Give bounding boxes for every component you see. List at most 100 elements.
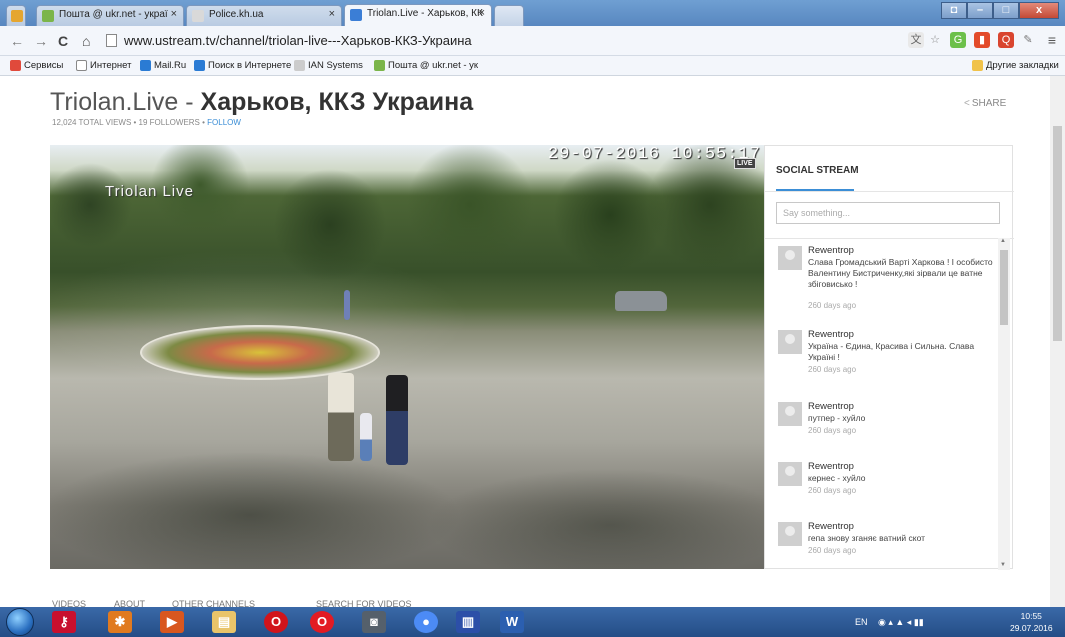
channel-meta: 12,024 TOTAL VIEWS • 19 FOLLOWERS • FOLL… [52,118,241,127]
apps-icon [11,10,23,22]
extension-green-icon[interactable]: G [950,32,966,48]
channel-stats: 12,024 TOTAL VIEWS • 19 FOLLOWERS • [52,118,208,127]
avatar [778,402,802,426]
edit-icon[interactable]: ✎ [1020,32,1036,48]
video-person [328,373,354,461]
star-icon[interactable]: ☆ [927,32,943,48]
tray-icons[interactable]: ◉ ▴ ▲ ◂ ▮▮ [878,617,924,627]
post-message: Україна - Єдина, Красива і Сильна. Слава… [808,341,975,362]
user-icon[interactable]: ◘ [941,2,967,19]
close-icon[interactable]: × [479,7,485,19]
media-player-icon[interactable]: ▶ [160,611,184,633]
tab-about[interactable]: ABOUT [114,599,145,607]
translate-icon[interactable]: 文 [908,32,924,48]
tab-label: Triolan.Live - Харьков, КК [367,8,483,19]
bookmark-internet[interactable]: Интернет [76,60,131,71]
chrome-icon[interactable]: ● [414,611,438,633]
bookmark-label: Пошта @ ukr.net - ук [388,60,479,71]
bookmark-ian[interactable]: IAN Systems [294,60,363,71]
bookmark-label: Сервисы [24,60,64,71]
tab-police[interactable]: Police.kh.ua × [186,5,342,26]
reload-icon[interactable]: C [58,33,68,49]
extension-red-icon[interactable]: Q [998,32,1014,48]
language-indicator[interactable]: EN [855,617,868,627]
post-message: путпер - хуйло [808,413,866,423]
opera-icon[interactable]: O [310,611,334,633]
bookmark-label: IAN Systems [308,60,363,71]
feed-scrollbar[interactable]: ▲ ▼ [998,238,1010,570]
video-timestamp: 29-07-2016 10:55:17 [548,145,761,164]
post-message: гепа знову зганяє ватний скот [808,533,926,543]
tab-triolan[interactable]: Triolan.Live - Харьков, КК × [344,4,492,26]
maximize-button[interactable]: □ [993,2,1019,19]
address-bar[interactable]: www.ustream.tv/channel/triolan-live---Ха… [104,30,884,52]
social-feed: Rewentrop Слава Громадський Варті Харков… [765,238,1014,570]
share-icon: < [964,98,970,109]
tab-videos[interactable]: VIDEOS [52,599,86,607]
post-user: Rewentrop [808,461,854,472]
new-tab-button[interactable] [494,5,524,26]
avatar [778,462,802,486]
bookmark-mailru[interactable]: Mail.Ru [140,60,186,71]
scroll-down-icon[interactable]: ▼ [1000,562,1006,568]
scroll-up-icon[interactable]: ▲ [1000,238,1006,244]
ustream-icon [350,9,362,21]
post-time: 260 days ago [808,546,857,555]
apps-icon [10,60,21,71]
mailru-icon [140,60,151,71]
bookmark-services[interactable]: Сервисы [10,60,63,71]
camera-icon[interactable]: ◙ [362,611,386,633]
tab-apps[interactable] [6,5,26,26]
video-player[interactable]: Triolan Live 29-07-2016 10:55:17 LIVE [50,145,764,569]
system-tray: EN ◉ ▴ ▲ ◂ ▮▮ [855,617,924,628]
back-icon[interactable]: ← [10,33,24,49]
video-person [386,375,408,465]
post-time: 260 days ago [808,301,857,310]
bookmark-label: Интернет [90,60,132,71]
word-icon[interactable]: W [500,611,524,633]
social-stream-title[interactable]: SOCIAL STREAM [776,165,859,176]
live-badge: LIVE [734,158,756,169]
search-icon [194,60,205,71]
browser-titlebar: Пошта @ ukr.net - украї × Police.kh.ua ×… [0,0,1065,26]
share-button[interactable]: < SHARE [964,98,1006,109]
say-something-input[interactable]: Say something... [776,202,1000,224]
folder-icon[interactable]: ▤ [212,611,236,633]
bookmark-search[interactable]: Поиск в Интернете [194,60,291,71]
tab-ukrnet[interactable]: Пошта @ ukr.net - украї × [36,5,184,26]
bookmark-label: Поиск в Интернете [208,60,292,71]
app-icon[interactable]: ✱ [108,611,132,633]
url-text: www.ustream.tv/channel/triolan-live---Ха… [124,33,472,48]
page-scrollbar[interactable] [1050,76,1065,607]
tab-label: Police.kh.ua [209,9,264,20]
title-prefix: Triolan.Live - [50,88,201,116]
channel-subnav: VIDEOS ABOUT OTHER CHANNELS SEARCH FOR V… [0,597,1065,607]
app-icon[interactable]: ⚷ [52,611,76,633]
page-scroll-thumb[interactable] [1053,126,1062,341]
flag-icon[interactable]: ▮ [974,32,990,48]
close-icon[interactable]: × [171,8,177,20]
save-icon[interactable]: ▥ [456,611,480,633]
home-icon[interactable]: ⌂ [82,33,90,49]
menu-icon[interactable]: ≡ [1044,32,1060,48]
tab-other-channels[interactable]: OTHER CHANNELS [172,599,255,607]
close-icon[interactable]: × [329,8,335,20]
video-person [344,290,350,320]
minimize-button[interactable]: – [967,2,993,19]
scroll-thumb[interactable] [1000,250,1008,325]
folder-icon [972,60,983,71]
opera-icon[interactable]: O [264,611,288,633]
system-clock[interactable]: 10:55 29.07.2016 [1010,610,1053,634]
bookmark-other[interactable]: Другие закладки [972,60,1059,71]
mail-icon [374,60,385,71]
forward-icon[interactable]: → [34,33,48,49]
search-videos-link[interactable]: SEARCH FOR VIDEOS [316,599,412,607]
video-car [615,291,667,311]
follow-link[interactable]: FOLLOW [207,118,241,127]
bookmark-ukrnet[interactable]: Пошта @ ukr.net - ук [374,60,478,71]
video-child [360,413,372,461]
post-time: 260 days ago [808,426,857,435]
close-window-button[interactable]: x [1019,2,1059,19]
title-bold: Харьков, ККЗ Украина [200,88,474,116]
start-button[interactable] [6,608,34,636]
